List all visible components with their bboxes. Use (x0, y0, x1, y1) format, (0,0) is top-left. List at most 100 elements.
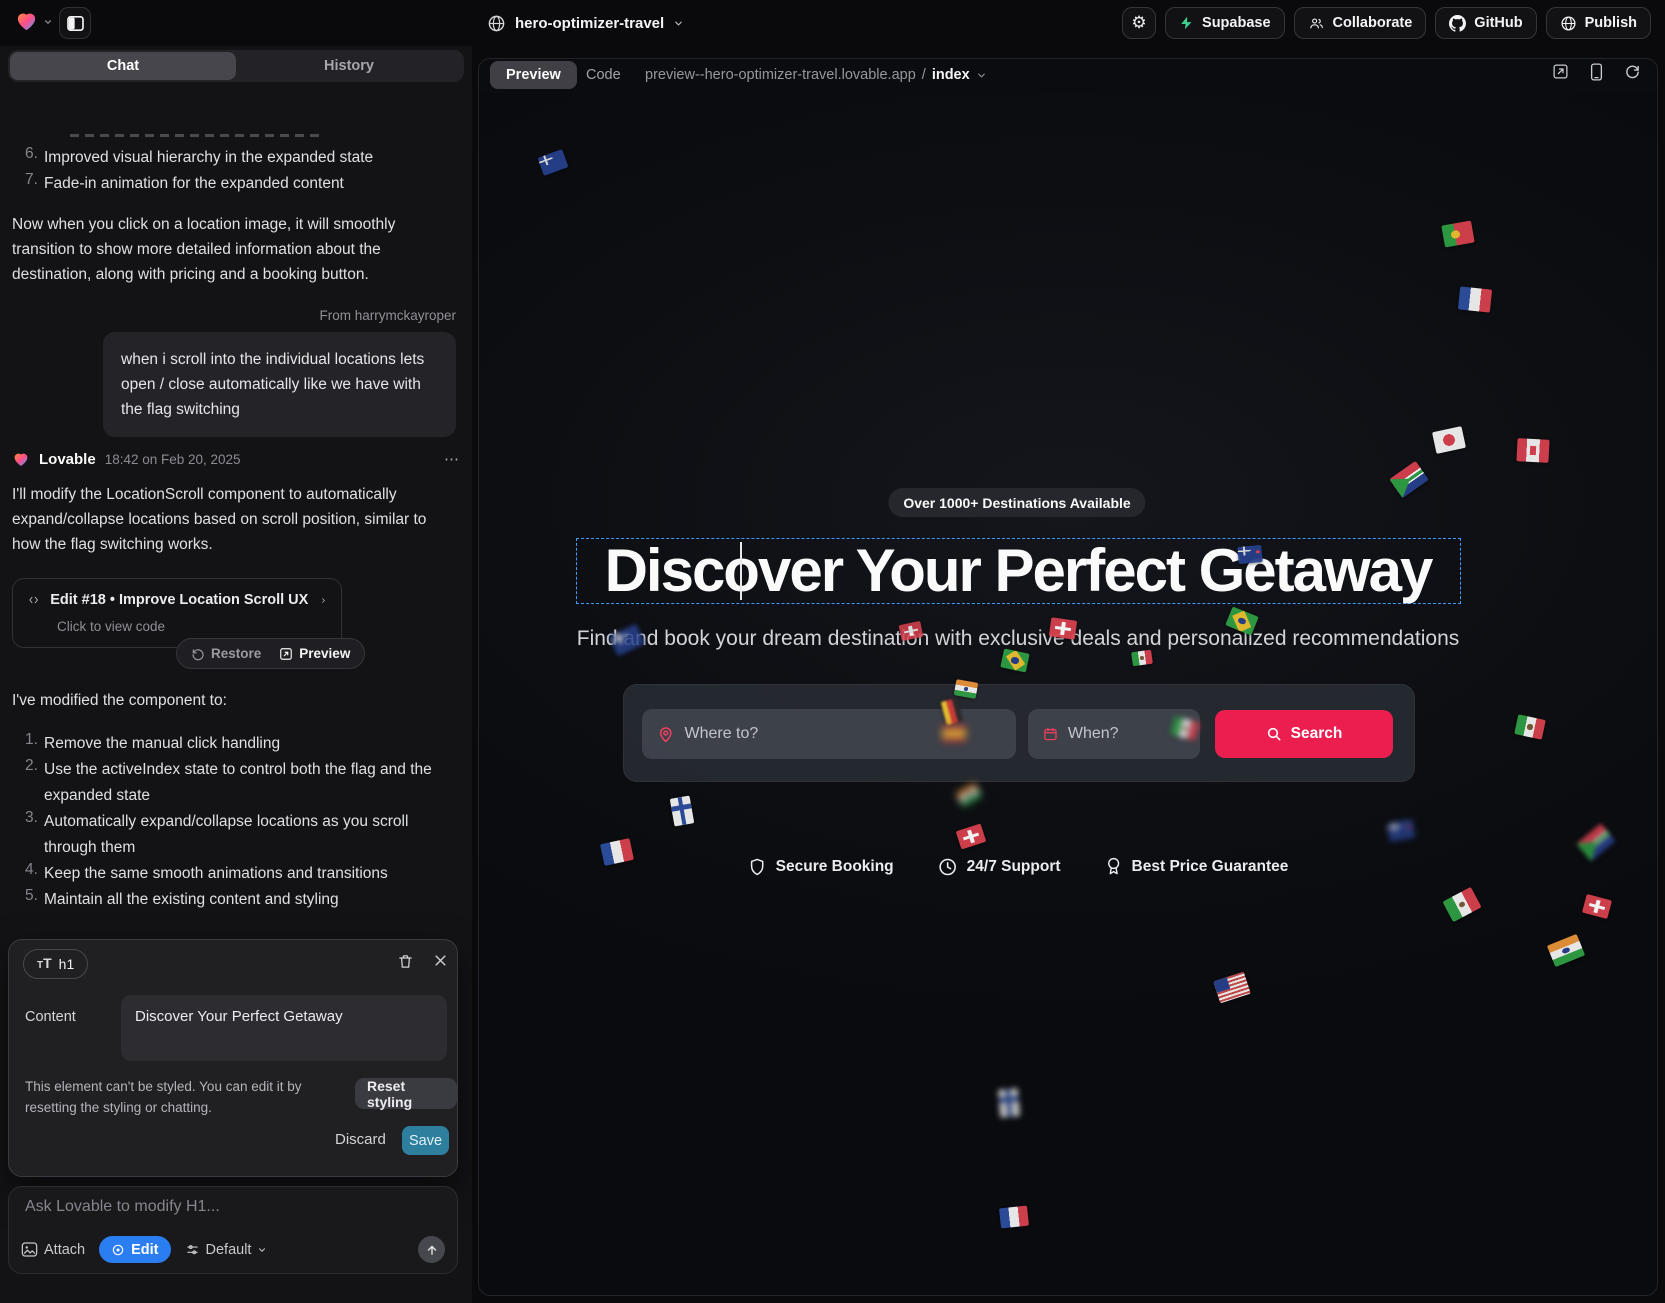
sidebar-toggle-button[interactable] (59, 7, 91, 39)
hero-badge: Over 1000+ Destinations Available (888, 488, 1145, 517)
publish-button[interactable]: Publish (1546, 7, 1651, 39)
tab-code[interactable]: Code (578, 61, 629, 89)
heart-icon (12, 451, 30, 468)
chevron-down-icon (673, 18, 684, 29)
where-input[interactable] (684, 725, 1001, 743)
reset-styling-button[interactable]: Reset styling (355, 1078, 457, 1109)
assistant-paragraph: Now when you click on a location image, … (12, 212, 456, 287)
element-tag: h1 (59, 956, 75, 972)
url-page: index (932, 67, 970, 83)
chevron-down-icon (976, 70, 987, 81)
github-button[interactable]: GitHub (1435, 7, 1536, 39)
content-input[interactable]: Discover Your Perfect Getaway (121, 995, 447, 1061)
sliders-icon (185, 1243, 200, 1257)
list-text: Keep the same smooth animations and tran… (44, 861, 444, 887)
preview-button[interactable]: Preview (279, 646, 350, 661)
discard-button[interactable]: Discard (335, 1131, 386, 1148)
location-pin-icon (657, 725, 674, 744)
sidebar-tabs: Chat History (8, 50, 464, 82)
project-menu[interactable]: hero-optimizer-travel (487, 9, 684, 37)
restore-button[interactable]: Restore (191, 646, 261, 661)
target-icon (111, 1243, 125, 1257)
heart-icon (14, 10, 39, 33)
flag-nz-icon (1387, 819, 1416, 842)
flag-ch-icon (956, 823, 987, 849)
tab-chat[interactable]: Chat (10, 52, 236, 80)
save-button[interactable]: Save (402, 1126, 449, 1155)
flag-pt-icon (1441, 221, 1474, 248)
open-external-icon[interactable] (1552, 63, 1569, 80)
message-menu-button[interactable]: ⋯ (444, 450, 460, 468)
arrow-up-icon (425, 1243, 439, 1257)
chevron-down-icon (257, 1245, 267, 1255)
flag-mx-icon (1514, 714, 1546, 739)
preview-toolbar-icons (1552, 63, 1641, 81)
topbar: hero-optimizer-travel ⚙ Supabase Collabo… (0, 0, 1665, 46)
list-text: Improved visual hierarchy in the expande… (44, 145, 444, 171)
list-number: 3. (25, 809, 38, 827)
preview-viewport[interactable]: Over 1000+ Destinations Available Discov… (479, 93, 1657, 1295)
supabase-button[interactable]: Supabase (1165, 7, 1285, 39)
flag-us-icon (1213, 972, 1251, 1004)
search-button[interactable]: Search (1215, 710, 1393, 758)
hero-title[interactable]: Discover Your Perfect Getaway (605, 538, 1432, 604)
feature-badges: Secure Booking 24/7 Support Best Price G… (748, 856, 1289, 877)
tab-preview[interactable]: Preview (490, 61, 577, 89)
panel-icon (67, 16, 84, 31)
search-icon (1266, 726, 1282, 742)
flag-fr-icon (999, 1206, 1029, 1229)
url-host: preview--hero-optimizer-travel.lovable.a… (645, 67, 916, 83)
clock-icon (938, 857, 958, 877)
close-icon (433, 953, 448, 968)
feature-secure-booking: Secure Booking (748, 857, 894, 877)
flag-za-icon (1576, 823, 1615, 861)
publish-globe-icon (1560, 15, 1577, 32)
list-number: 7. (25, 171, 38, 189)
composer-input[interactable] (25, 1198, 435, 1228)
from-label: From harrymckayroper (319, 308, 456, 323)
sidebar: Chat History 6. Improved visual hierarch… (0, 46, 472, 1303)
list-text: Fade-in animation for the expanded conte… (44, 171, 444, 197)
chevron-right-icon (320, 594, 327, 607)
settings-button[interactable]: ⚙ (1122, 7, 1156, 39)
restore-icon (191, 647, 205, 661)
edit-mode-button[interactable]: Edit (99, 1236, 170, 1263)
flag-fi-icon (670, 795, 695, 826)
flag-jp-icon (1432, 426, 1466, 454)
lovable-logo[interactable] (14, 10, 53, 33)
collaborate-button[interactable]: Collaborate (1294, 7, 1427, 39)
edit-title: Edit #18 • Improve Location Scroll UX (50, 592, 308, 608)
github-label: GitHub (1474, 15, 1522, 31)
element-editor-panel: TT h1 Content Discover Your Perfect Geta… (8, 939, 458, 1177)
when-field[interactable] (1028, 709, 1200, 759)
where-field[interactable] (642, 709, 1016, 759)
image-icon (21, 1242, 38, 1257)
when-input[interactable] (1068, 725, 1185, 743)
default-mode-button[interactable]: Default (185, 1242, 268, 1258)
delete-element-button[interactable] (397, 953, 414, 970)
collaborate-label: Collaborate (1333, 15, 1413, 31)
code-icon (29, 593, 38, 607)
supabase-label: Supabase (1202, 15, 1271, 31)
flag-ca-icon (1516, 438, 1549, 463)
url-separator: / (922, 67, 926, 83)
mobile-view-icon[interactable] (1590, 63, 1603, 81)
url-bar[interactable]: preview--hero-optimizer-travel.lovable.a… (645, 61, 987, 89)
flag-za-icon (1389, 461, 1428, 498)
attach-button[interactable]: Attach (21, 1242, 85, 1258)
calendar-icon (1043, 725, 1058, 743)
award-icon (1105, 856, 1123, 877)
trash-icon (397, 953, 414, 970)
flag-in-icon (955, 783, 982, 808)
feature-best-price: Best Price Guarantee (1105, 856, 1289, 877)
close-panel-button[interactable] (433, 953, 448, 968)
send-button[interactable] (418, 1236, 445, 1263)
assistant-paragraph: I'll modify the LocationScroll component… (12, 482, 456, 557)
element-tag-pill[interactable]: TT h1 (23, 949, 88, 979)
people-icon (1308, 16, 1325, 31)
tab-history[interactable]: History (236, 52, 462, 80)
assistant-header: Lovable 18:42 on Feb 20, 2025 ⋯ (12, 450, 460, 468)
content-label: Content (25, 1009, 76, 1025)
text-caret (740, 542, 742, 600)
refresh-icon[interactable] (1624, 63, 1641, 80)
